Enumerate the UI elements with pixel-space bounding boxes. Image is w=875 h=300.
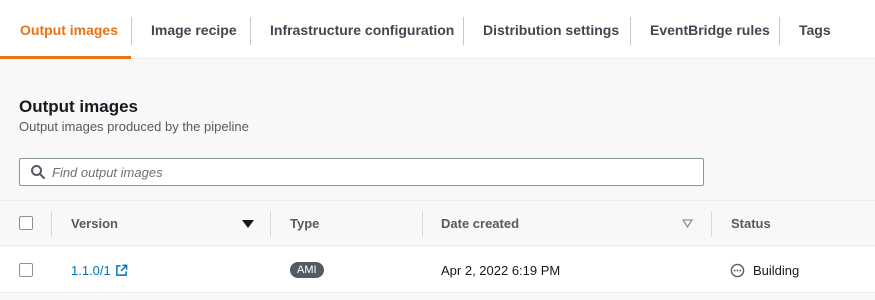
column-divider (51, 211, 52, 237)
type-badge: AMI (290, 262, 324, 278)
column-header-type[interactable]: Type (290, 201, 319, 246)
status-cell: Building (730, 247, 799, 293)
type-cell: AMI (290, 247, 324, 293)
tab-output-images[interactable]: Output images (20, 0, 118, 59)
row-checkbox[interactable] (19, 263, 33, 277)
column-header-date-created[interactable]: Date created (441, 201, 519, 246)
sort-desc-icon[interactable] (242, 219, 254, 229)
table-header: Version Type Date created Status (0, 200, 875, 246)
tab-divider (250, 17, 251, 45)
version-cell: 1.1.0/1 (71, 247, 128, 293)
table-row[interactable]: 1.1.0/1 AMI Apr 2, 2022 6:19 PM Building (0, 247, 875, 293)
column-divider[interactable] (422, 211, 423, 237)
tab-eventbridge-rules[interactable]: EventBridge rules (650, 0, 770, 59)
search-box[interactable] (19, 158, 704, 186)
column-divider[interactable] (711, 211, 712, 237)
status-in-progress-icon (730, 263, 745, 277)
tab-divider (630, 17, 631, 45)
tab-bar: Output images Image recipe Infrastructur… (0, 0, 875, 59)
column-divider[interactable] (270, 211, 271, 237)
tab-infrastructure-configuration[interactable]: Infrastructure configuration (270, 0, 454, 59)
column-header-version[interactable]: Version (71, 201, 118, 246)
section-description: Output images produced by the pipeline (19, 119, 249, 134)
external-link-icon[interactable] (115, 264, 128, 277)
select-all-checkbox[interactable] (19, 216, 33, 230)
tab-divider (131, 17, 132, 45)
column-header-status[interactable]: Status (731, 201, 771, 246)
search-icon (31, 165, 45, 179)
section-title: Output images (19, 97, 139, 116)
tab-image-recipe[interactable]: Image recipe (151, 0, 237, 59)
tab-divider (779, 17, 780, 45)
version-link[interactable]: 1.1.0/1 (71, 263, 111, 278)
status-text: Building (753, 262, 800, 278)
tab-tags[interactable]: Tags (799, 0, 831, 59)
tab-distribution-settings[interactable]: Distribution settings (483, 0, 619, 59)
tab-divider (463, 17, 464, 45)
date-created-cell: Apr 2, 2022 6:19 PM (441, 262, 561, 278)
output-images-panel: Output images Output images produced by … (0, 59, 875, 300)
search-input[interactable] (52, 160, 703, 184)
sort-icon[interactable] (682, 219, 693, 228)
